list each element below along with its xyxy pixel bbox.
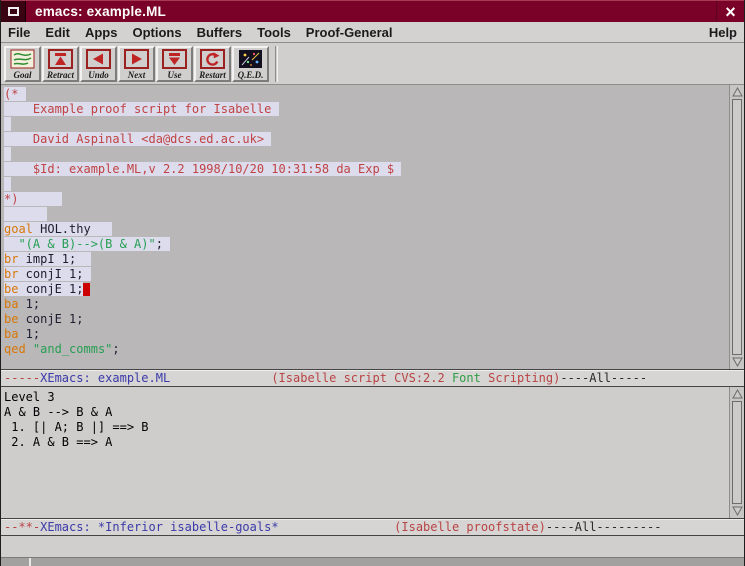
script-line: be conjE 1; — [4, 312, 729, 327]
toolbar-button-qed[interactable]: Q.E.D. — [232, 46, 269, 82]
window-menu-button[interactable] — [1, 1, 26, 22]
script-scrollbar[interactable] — [729, 85, 744, 369]
toolbar: Goal Retract Undo Next Use Restart Q.E.D. — [1, 43, 744, 85]
qed-icon — [238, 49, 263, 70]
script-line: goal HOL.thy — [4, 222, 729, 237]
script-line: $Id: example.ML,v 2.2 1998/10/20 10:31:5… — [4, 162, 729, 177]
goals-line: A & B --> B & A — [4, 405, 729, 420]
script-line — [4, 147, 729, 162]
script-line: Example proof script for Isabelle — [4, 102, 729, 117]
script-line: "(A & B)-->(B & A)"; — [4, 237, 729, 252]
menu-item-tools[interactable]: Tools — [257, 25, 291, 40]
retract-icon — [48, 49, 73, 70]
scrollbar-down-arrow-icon[interactable] — [731, 505, 744, 517]
script-line: be conjE 1; — [4, 282, 729, 297]
toolbar-button-label: Next — [128, 70, 146, 80]
goals-buffer-window: Level 3A & B --> B & A 1. [| A; B |] ==>… — [1, 387, 744, 518]
toolbar-button-use[interactable]: Use — [156, 46, 193, 82]
window-menu-icon — [8, 7, 19, 16]
toolbar-button-goal[interactable]: Goal — [4, 46, 41, 82]
script-buffer[interactable]: (* Example proof script for Isabelle Dav… — [1, 85, 729, 369]
use-icon — [162, 49, 187, 70]
xemacs-window: emacs: example.ML × File Edit Apps Options B… — [0, 0, 745, 566]
toolbar-button-label: Q.E.D. — [238, 70, 264, 80]
toolbar-button-undo[interactable]: Undo — [80, 46, 117, 82]
modeline-text: --**-XEmacs: *Inferior isabelle-goals* (… — [4, 519, 744, 534]
script-line: *) — [4, 192, 729, 207]
script-line: br impI 1; — [4, 252, 729, 267]
goals-line: 2. A & B ==> A — [4, 435, 729, 450]
scrollbar-thumb[interactable] — [732, 99, 742, 355]
menu-item-edit[interactable]: Edit — [45, 25, 70, 40]
next-icon — [124, 49, 149, 70]
menu-item-file[interactable]: File — [8, 25, 30, 40]
scrollbar-thumb[interactable] — [732, 401, 742, 504]
goal-icon — [10, 49, 35, 70]
script-line: ba 1; — [4, 297, 729, 312]
toolbar-button-label: Retract — [47, 70, 74, 80]
toolbar-button-restart[interactable]: Restart — [194, 46, 231, 82]
scrollbar-up-arrow-icon[interactable] — [731, 86, 744, 98]
script-line: br conjI 1; — [4, 267, 729, 282]
menu-item-proof-general[interactable]: Proof-General — [306, 25, 393, 40]
script-line: ba 1; — [4, 327, 729, 342]
toolbar-button-label: Restart — [199, 70, 226, 80]
goals-modeline: --**-XEmacs: *Inferior isabelle-goals* (… — [1, 518, 744, 536]
horizontal-scrollbar[interactable] — [1, 557, 744, 566]
toolbar-separator — [275, 46, 278, 82]
script-line: qed "and_comms"; — [4, 342, 729, 357]
script-modeline: -----XEmacs: example.ML (Isabelle script… — [1, 369, 744, 387]
menu-item-buffers[interactable]: Buffers — [197, 25, 243, 40]
script-buffer-window: (* Example proof script for Isabelle Dav… — [1, 85, 744, 369]
scrollbar-up-arrow-icon[interactable] — [731, 388, 744, 400]
horizontal-scrollbar-left-box[interactable] — [1, 558, 31, 566]
script-line: (* — [4, 87, 729, 102]
close-button[interactable]: × — [716, 1, 744, 22]
menu-item-apps[interactable]: Apps — [85, 25, 118, 40]
undo-icon — [86, 49, 111, 70]
titlebar[interactable]: emacs: example.ML × — [1, 0, 744, 22]
goals-scrollbar[interactable] — [729, 387, 744, 518]
menu-item-help[interactable]: Help — [709, 25, 737, 40]
toolbar-button-label: Use — [168, 70, 182, 80]
window-title: emacs: example.ML — [26, 4, 716, 19]
toolbar-button-retract[interactable]: Retract — [42, 46, 79, 82]
menubar-items: File Edit Apps Options Buffers Tools Proof-Gen… — [8, 25, 392, 40]
goals-buffer[interactable]: Level 3A & B --> B & A 1. [| A; B |] ==>… — [1, 387, 729, 518]
toolbar-button-label: Undo — [88, 70, 109, 80]
goals-line: 1. [| A; B |] ==> B — [4, 420, 729, 435]
text-cursor — [83, 283, 90, 296]
toolbar-button-label: Goal — [14, 70, 32, 80]
script-line — [4, 117, 729, 132]
menubar: File Edit Apps Options Buffers Tools Proof-Gen… — [1, 22, 744, 43]
script-line: David Aspinall <da@dcs.ed.ac.uk> — [4, 132, 729, 147]
horizontal-scrollbar-track[interactable] — [31, 558, 744, 566]
menu-item-options[interactable]: Options — [132, 25, 181, 40]
scrollbar-down-arrow-icon[interactable] — [731, 356, 744, 368]
script-line — [4, 207, 729, 222]
close-icon: × — [725, 3, 736, 21]
restart-icon — [200, 49, 225, 70]
goals-line: Level 3 — [4, 390, 729, 405]
modeline-text: -----XEmacs: example.ML (Isabelle script… — [4, 370, 744, 385]
script-line — [4, 177, 729, 192]
minibuffer[interactable] — [1, 536, 744, 557]
toolbar-button-next[interactable]: Next — [118, 46, 155, 82]
